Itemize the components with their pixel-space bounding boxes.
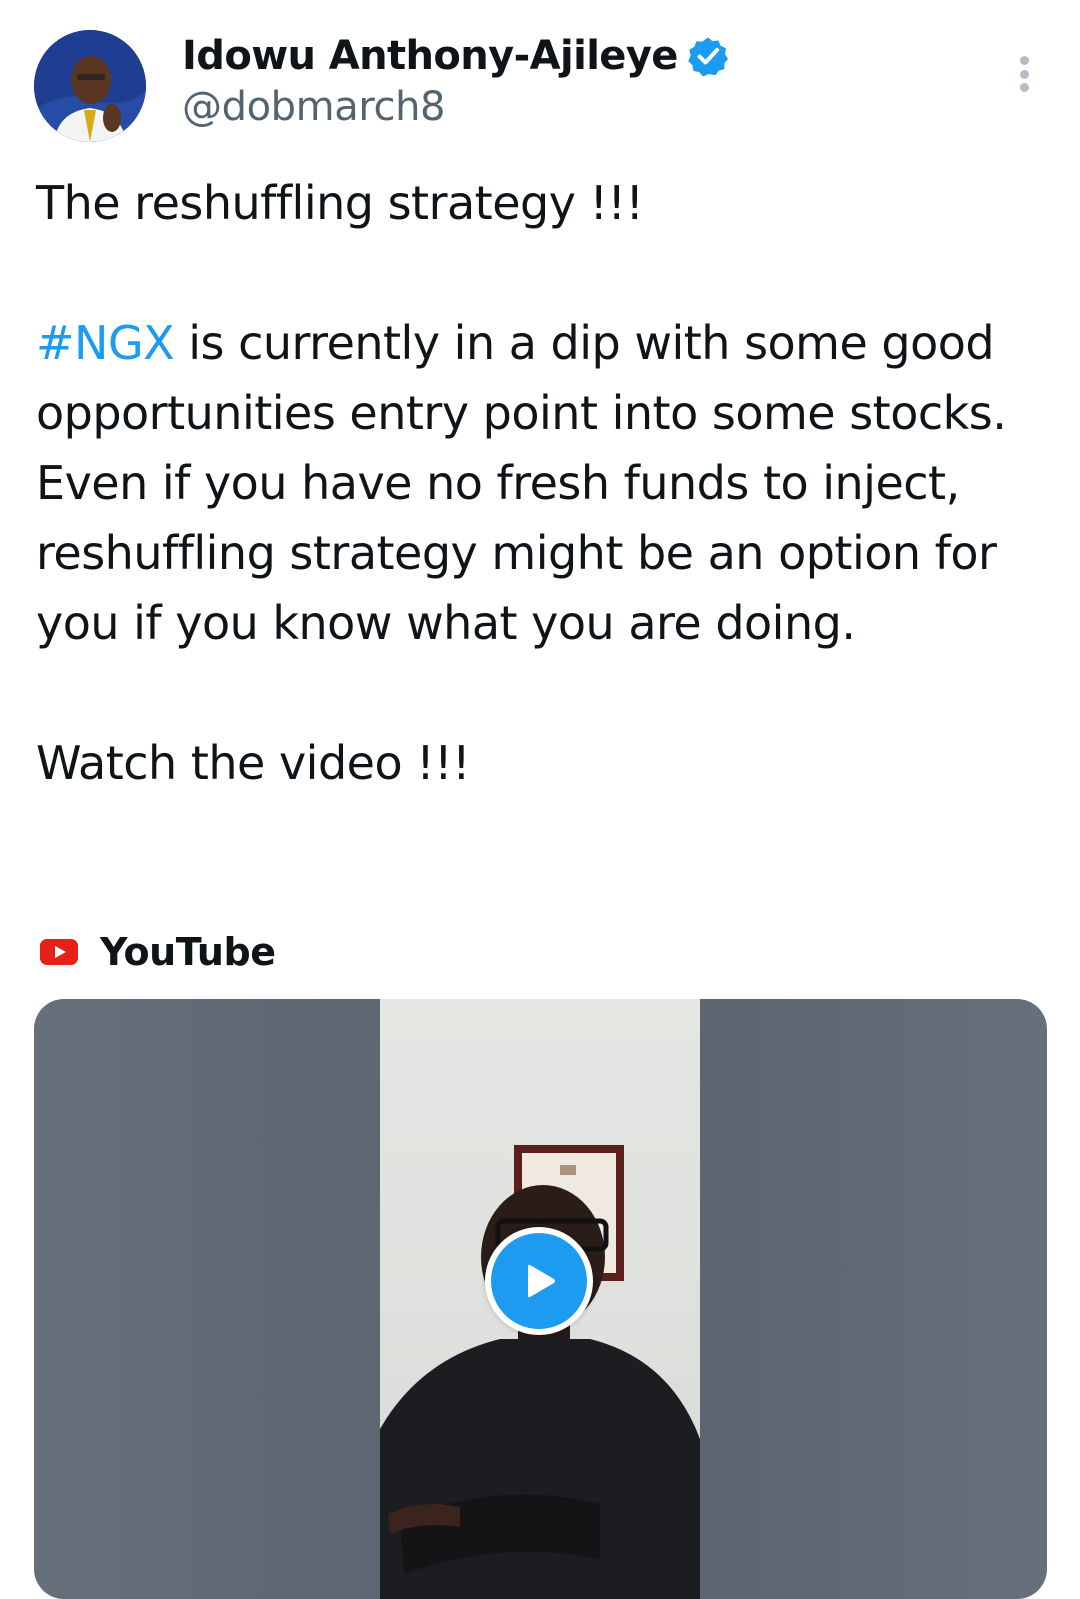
- more-vertical-icon[interactable]: [1004, 48, 1044, 100]
- avatar[interactable]: [34, 30, 146, 142]
- link-card-source[interactable]: YouTube: [40, 926, 276, 978]
- verified-badge-icon[interactable]: [688, 36, 728, 77]
- tweet-line-title: The reshuffling strategy !!!: [36, 176, 644, 230]
- author-handle[interactable]: @dobmarch8: [182, 84, 445, 130]
- hashtag-link[interactable]: #NGX: [36, 316, 175, 370]
- youtube-icon: [40, 939, 78, 965]
- play-button[interactable]: [485, 1227, 593, 1335]
- author-display-name[interactable]: Idowu Anthony-Ajileye: [182, 33, 678, 79]
- tweet-line-watch: Watch the video !!!: [36, 736, 471, 790]
- tweet-paragraph-text: is currently in a dip with some good opp…: [36, 316, 1007, 650]
- author-name-row: Idowu Anthony-Ajileye: [182, 28, 728, 84]
- link-card-source-label: YouTube: [100, 930, 276, 974]
- play-icon: [528, 1264, 555, 1298]
- tweet-text: The reshuffling strategy !!! #NGX is cur…: [36, 168, 1026, 798]
- video-card[interactable]: [34, 999, 1047, 1599]
- tweet-paragraph: #NGX is currently in a dip with some goo…: [36, 308, 1026, 658]
